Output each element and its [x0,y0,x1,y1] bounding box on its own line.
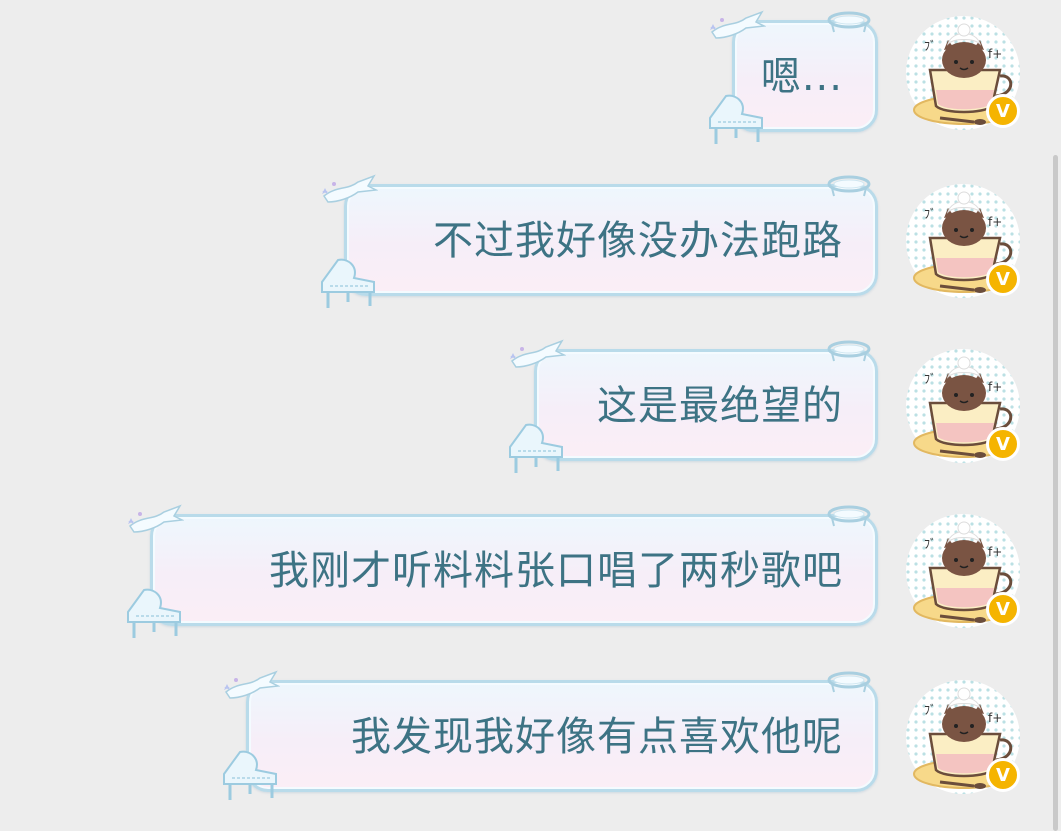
svg-text:f+: f+ [988,380,1002,394]
message-row: 我刚才听料料张口唱了两秒歌吧 f+ ﾌﾞ V [0,502,1061,642]
avatar[interactable]: f+ ﾌﾞ V [904,14,1022,132]
svg-text:f+: f+ [988,215,1002,229]
avatar[interactable]: f+ ﾌﾞ V [904,182,1022,300]
piano-icon [509,423,563,473]
message-row: 嗯... f+ ﾌﾞ V [0,8,1061,148]
message-row: 我发现我好像有点喜欢他呢 f+ ﾌﾞ V [0,668,1061,808]
message-row: 不过我好像没办法跑路 f+ ﾌﾞ V [0,172,1061,312]
svg-text:ﾌﾞ: ﾌﾞ [924,372,936,386]
verified-v-badge: V [986,427,1020,461]
ribbon-icon [510,339,566,368]
svg-text:ﾌﾞ: ﾌﾞ [924,537,936,551]
message-bubble[interactable]: 我刚才听料料张口唱了两秒歌吧 [150,514,878,626]
avatar[interactable]: f+ ﾌﾞ V [904,678,1022,796]
svg-text:f+: f+ [988,47,1002,61]
avatar[interactable]: f+ ﾌﾞ V [904,512,1022,630]
piano-icon [223,750,277,800]
piano-icon [127,588,181,638]
verified-v-badge: V [986,262,1020,296]
scrollbar[interactable] [1053,155,1058,831]
message-text: 我发现我好像有点喜欢他呢 [351,714,843,760]
message-text: 这是最绝望的 [597,383,843,429]
avatar[interactable]: f+ ﾌﾞ V [904,347,1022,465]
halo-ring-icon [827,11,871,33]
svg-text:ﾌﾞ: ﾌﾞ [924,207,936,221]
svg-text:f+: f+ [988,545,1002,559]
verified-v-badge: V [986,94,1020,128]
svg-text:ﾌﾞ: ﾌﾞ [924,703,936,717]
svg-text:ﾌﾞ: ﾌﾞ [924,39,936,53]
piano-icon [709,94,763,144]
verified-v-badge: V [986,758,1020,792]
message-text: 嗯... [760,54,843,100]
halo-ring-icon [827,340,871,362]
halo-ring-icon [827,175,871,197]
ribbon-icon [710,10,766,39]
message-bubble[interactable]: 我发现我好像有点喜欢他呢 [246,680,878,792]
ribbon-icon [322,174,378,203]
message-text: 不过我好像没办法跑路 [433,218,843,264]
message-bubble[interactable]: 这是最绝望的 [534,349,878,461]
message-text: 我刚才听料料张口唱了两秒歌吧 [269,548,843,594]
halo-ring-icon [827,505,871,527]
message-row: 这是最绝望的 f+ ﾌﾞ V [0,337,1061,477]
verified-v-badge: V [986,592,1020,626]
message-bubble[interactable]: 不过我好像没办法跑路 [344,184,878,296]
svg-text:f+: f+ [988,711,1002,725]
chat-window: 嗯... f+ ﾌﾞ V 不过我好像没办法跑路 f+ ﾌﾞ V 这是最绝望的 f… [0,0,1061,831]
ribbon-icon [224,670,280,699]
halo-ring-icon [827,671,871,693]
ribbon-icon [128,504,184,533]
piano-icon [321,258,375,308]
